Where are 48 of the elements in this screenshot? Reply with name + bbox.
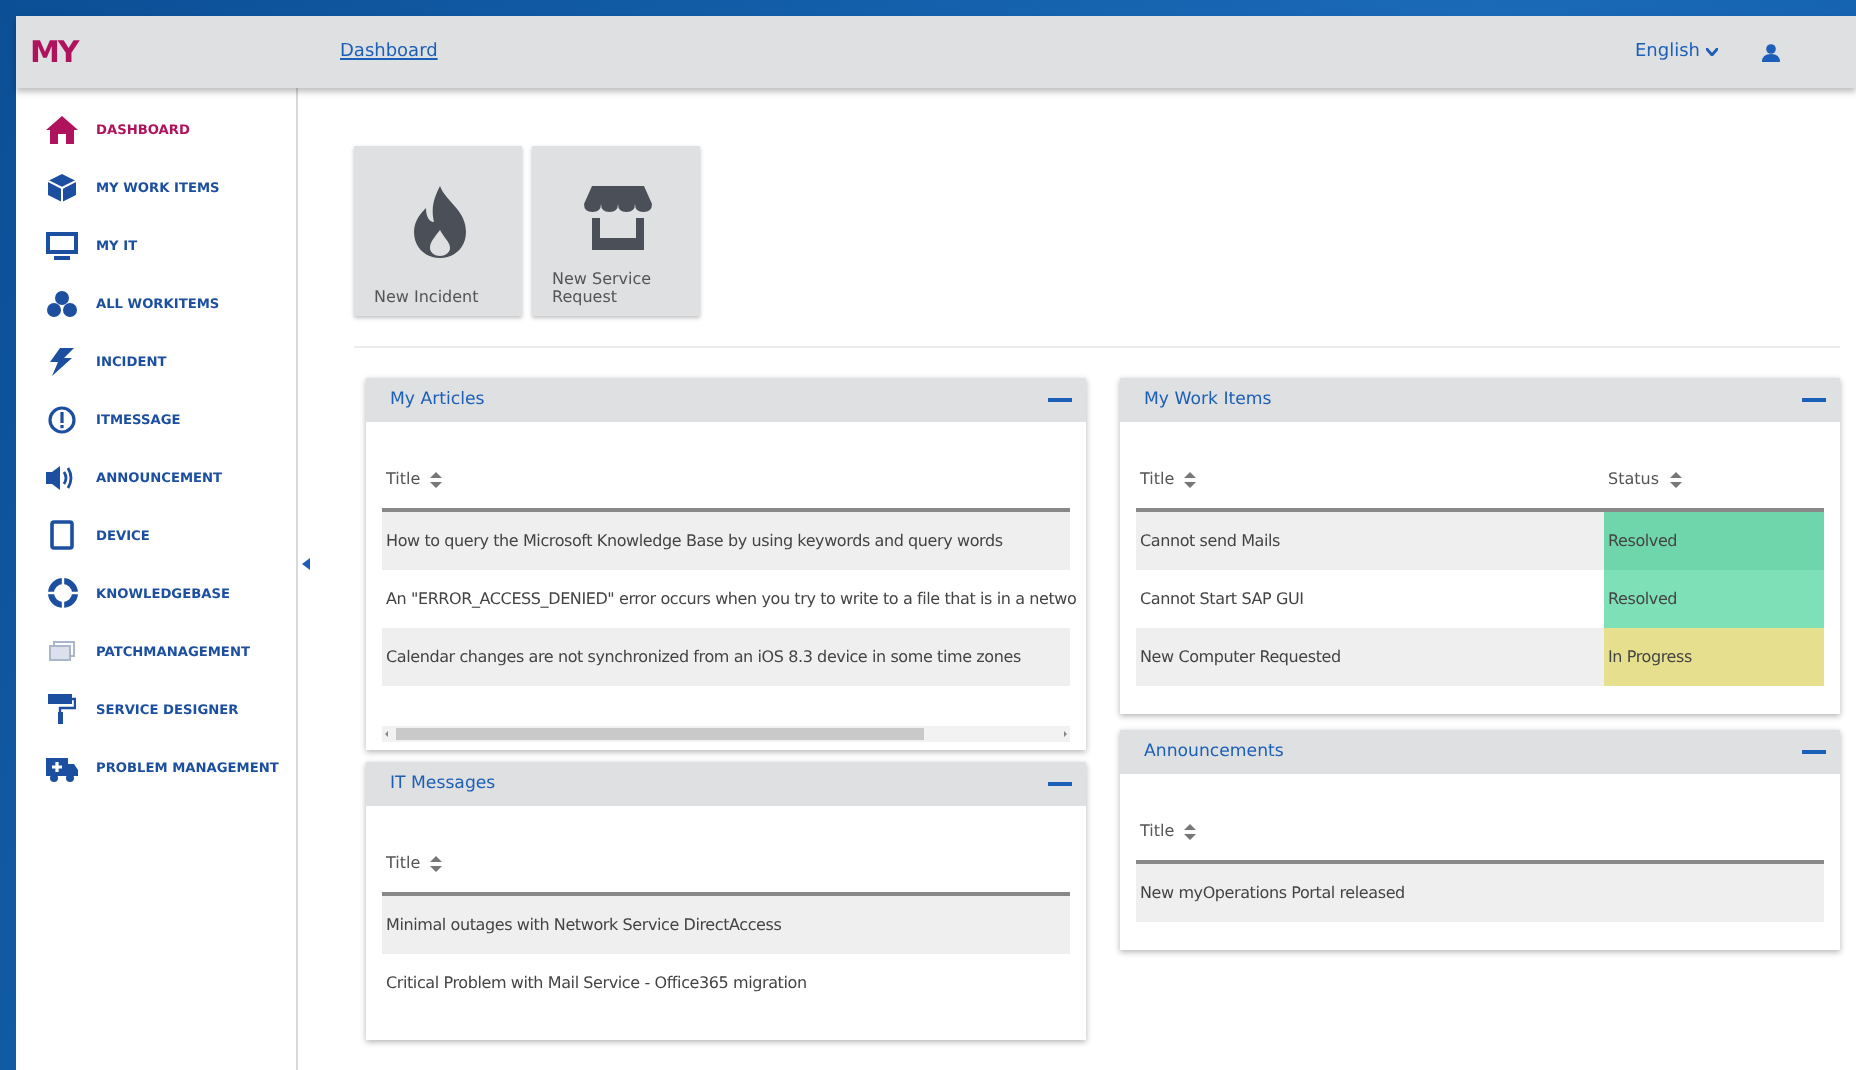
sort-icon[interactable] [430,471,443,487]
column-header[interactable]: Title [382,470,443,488]
status-cell: In Progress [1604,628,1824,686]
scrollbar[interactable] [382,726,1070,742]
column-header[interactable]: Title [1136,470,1604,488]
tile-button[interactable]: New Incident [354,146,522,316]
sort-icon[interactable] [430,855,443,871]
sort-icon[interactable] [1669,471,1681,487]
panel-title: IT Messages [390,774,496,794]
paint-roller-icon [48,694,76,724]
ambulance-icon [46,753,78,781]
column-header[interactable]: Title [382,854,443,872]
table-cell-text: Calendar changes are not synchronized from an iOS 8.3 device in some time zones [384,648,1021,666]
table-cell-text: Minimal outages with Network Service DirectAccess [384,916,782,934]
panel-title: My Articles [390,390,485,410]
cube-icon [48,173,76,201]
tablet-icon [50,520,74,550]
fire-icon [409,186,469,258]
logo[interactable]: MY [30,37,296,67]
lightning-icon [48,347,76,375]
sort-icon[interactable] [1184,823,1197,839]
layers-icon [48,639,76,663]
cubes-icon [46,289,78,317]
language-dropdown[interactable]: English [1635,42,1718,62]
column-header[interactable]: Title [1136,822,1197,840]
panel-title: Announcements [1144,742,1284,762]
table-cell-text: Cannot send Mails [1138,532,1283,550]
status-cell: Resolved [1604,570,1824,628]
home-icon [46,115,78,143]
monitor-icon [46,231,78,259]
status-cell: Resolved [1604,512,1824,570]
user-icon[interactable] [1762,43,1780,61]
speaker-icon [46,463,78,491]
table-cell-text: New Computer Requested [1138,648,1343,666]
table-cell-text: Critical Problem with Mail Service - Office365 migration [384,974,807,992]
table-cell-text: An "ERROR_ACCESS_DENIED" error occurs when you try to write to a file that is in a netwo [384,590,1077,608]
column-header[interactable]: Status [1604,450,1824,508]
table-cell-text: New myOperations Portal released [1138,884,1405,902]
table-cell-text: Cannot Start SAP GUI [1138,590,1306,608]
exclamation-icon [48,405,76,433]
storefront-icon [583,186,651,250]
lifebuoy-icon [47,578,77,608]
sort-icon[interactable] [1184,471,1197,487]
breadcrumb-link[interactable]: Dashboard [340,42,1635,62]
table-cell-text: How to query the Microsoft Knowledge Base by using keywords and query words [384,532,1003,550]
tile-button[interactable]: New Service Request [532,146,700,316]
panel-title: My Work Items [1144,390,1272,410]
caret-icon [1706,48,1718,56]
